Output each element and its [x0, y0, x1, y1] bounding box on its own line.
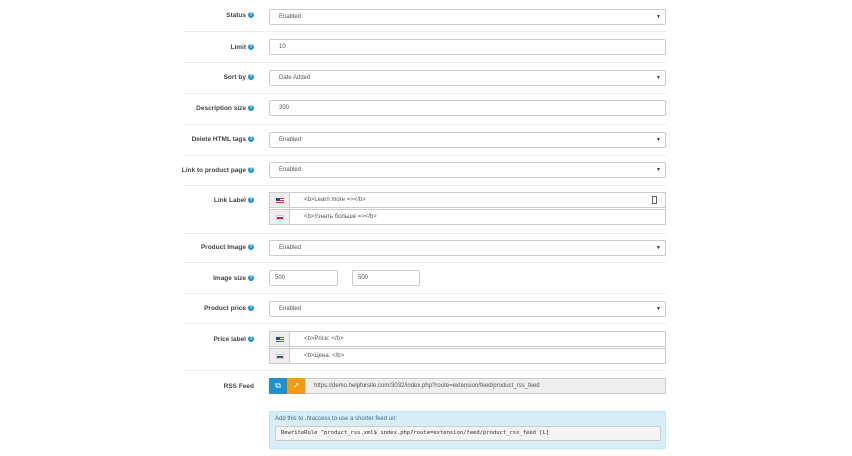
document-icon[interactable] [652, 196, 657, 204]
delete-html-label: Delete HTML tags? [191, 136, 254, 143]
help-icon[interactable]: ? [248, 275, 254, 282]
open-feed-button[interactable]: ↗ [287, 378, 305, 394]
link-to-product-select[interactable]: Enabled ▼ [269, 162, 666, 178]
help-icon[interactable]: ? [248, 44, 254, 51]
delete-html-select[interactable]: Enabled ▼ [269, 132, 666, 148]
price-label-label: Price label? [213, 336, 254, 343]
help-icon[interactable]: ? [248, 244, 254, 251]
help-icon[interactable]: ? [248, 336, 254, 343]
htaccess-info-box: Add this to .htaccess to use a shorter f… [269, 411, 666, 449]
product-image-label: Product Image? [200, 244, 254, 251]
help-icon[interactable]: ? [248, 105, 254, 112]
image-height-input[interactable]: 500 [352, 270, 420, 286]
sort-by-row: Sort by? Date Added ▼ [183, 63, 666, 94]
help-icon[interactable]: ? [248, 305, 254, 312]
chevron-down-icon: ▼ [656, 306, 661, 312]
image-size-row: Image size? 500 500 [183, 263, 666, 294]
external-link-icon: ↗ [292, 381, 300, 390]
limit-label: Limit? [230, 44, 254, 51]
ru-flag-icon [276, 354, 284, 359]
image-size-label: Image size? [213, 275, 254, 282]
htaccess-code[interactable]: RewriteRule ^product_rss.xml$ index.php?… [275, 426, 661, 441]
help-icon[interactable]: ? [248, 167, 254, 174]
flag-addon [269, 192, 289, 208]
sort-by-label: Sort by? [223, 74, 254, 81]
chevron-down-icon: ▼ [656, 14, 661, 20]
chevron-down-icon: ▼ [656, 137, 661, 143]
description-size-input[interactable]: 300 [269, 100, 666, 116]
product-image-select[interactable]: Enabled ▼ [269, 240, 666, 256]
product-price-row: Product price? Enabled ▼ [183, 294, 666, 324]
flag-addon [269, 348, 289, 364]
link-to-product-row: Link to product page? Enabled ▼ [182, 156, 666, 186]
help-icon[interactable]: ? [248, 74, 254, 81]
help-icon[interactable]: ? [248, 12, 254, 19]
link-label-ru-group: <b>Узнать больше =></b> [269, 209, 666, 225]
limit-row: Limit? 10 [183, 32, 666, 63]
link-label-en-input[interactable]: <b>Learn more =></b> [289, 192, 666, 208]
link-label-en-group: <b>Learn more =></b> [269, 192, 666, 208]
status-label: Status? [226, 12, 254, 19]
price-label-en-input[interactable]: <b>Price: </b> [289, 331, 666, 347]
chevron-down-icon: ▼ [656, 245, 661, 251]
link-label-ru-input[interactable]: <b>Узнать больше =></b> [289, 209, 666, 225]
help-icon[interactable]: ? [248, 136, 254, 143]
copy-icon: ⧉ [275, 381, 281, 390]
status-select[interactable]: Enabled ▼ [269, 9, 666, 25]
delete-html-row: Delete HTML tags? Enabled ▼ [183, 125, 666, 156]
link-label-row: Link Label? <b>Learn more =></b> <b>Узна… [183, 186, 666, 234]
price-label-en-group: <b>Price: </b> [269, 331, 666, 347]
rss-feed-group: ⧉ ↗ https://demo.helpforsite.com/3032/in… [183, 378, 666, 394]
ru-flag-icon [276, 215, 284, 220]
price-label-ru-group: <b>Цена: </b> [269, 348, 666, 364]
uk-flag-icon [276, 198, 284, 203]
description-size-row: Description size? 300 [183, 94, 666, 125]
copy-button[interactable]: ⧉ [269, 378, 287, 394]
flag-addon [269, 331, 289, 347]
price-label-ru-input[interactable]: <b>Цена: </b> [289, 348, 666, 364]
description-size-label: Description size? [196, 105, 254, 112]
chevron-down-icon: ▼ [656, 167, 661, 173]
price-label-row: Price label? <b>Price: </b> <b>Цена: </b… [183, 324, 666, 371]
product-price-select[interactable]: Enabled ▼ [269, 301, 666, 317]
product-price-label: Product price? [204, 305, 254, 312]
sort-by-select[interactable]: Date Added ▼ [269, 70, 666, 86]
limit-input[interactable]: 10 [269, 39, 666, 55]
rss-url-field[interactable]: https://demo.helpforsite.com/3032/index.… [305, 378, 666, 394]
htaccess-note: Add this to .htaccess to use a shorter f… [275, 416, 398, 422]
product-image-row: Product Image? Enabled ▼ [183, 234, 666, 263]
uk-flag-icon [276, 337, 284, 342]
link-label-label: Link Label? [213, 197, 254, 204]
flag-addon [269, 209, 289, 225]
help-icon[interactable]: ? [248, 197, 254, 204]
status-row: Status? Enabled ▼ [183, 0, 666, 32]
chevron-down-icon: ▼ [656, 75, 661, 81]
link-to-product-label: Link to product page? [181, 167, 254, 174]
image-width-input[interactable]: 500 [269, 270, 338, 286]
